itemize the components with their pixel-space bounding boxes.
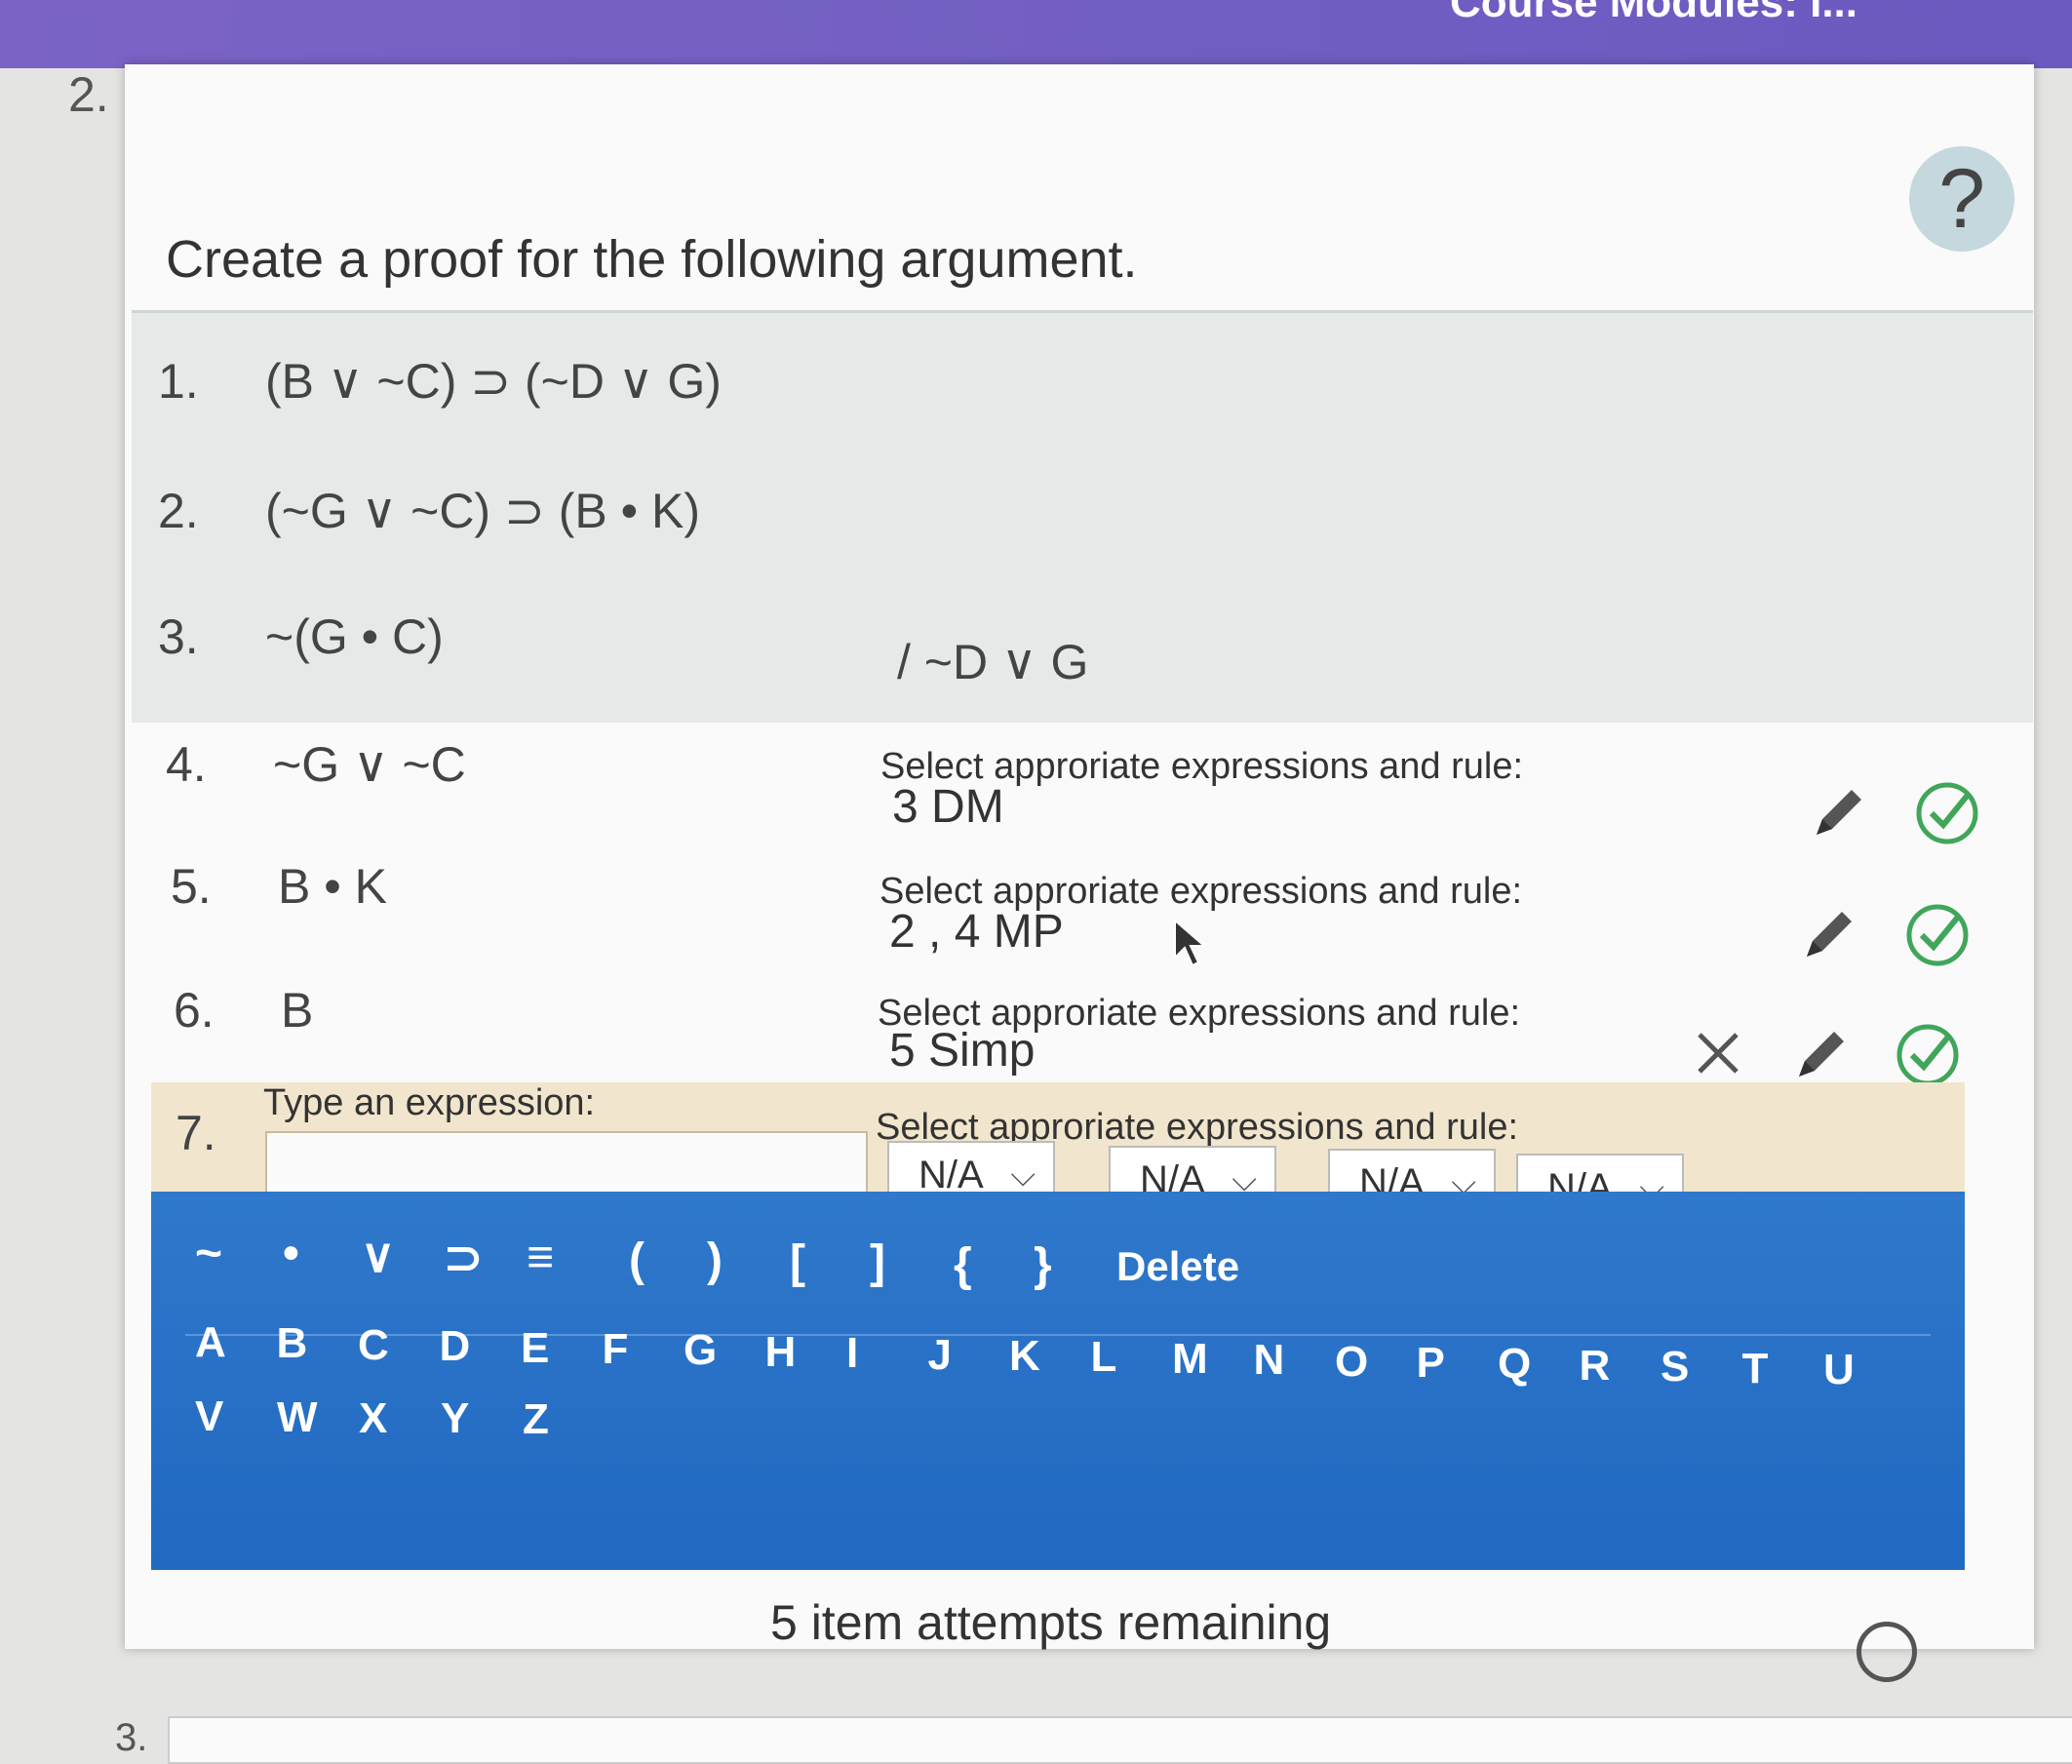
course-modules-link[interactable]: Course Modules: I... <box>1450 0 1857 27</box>
attempts-remaining: 5 item attempts remaining <box>770 1595 1332 1650</box>
key-letter-q[interactable]: Q <box>1498 1340 1531 1389</box>
line-number: 4. <box>166 737 207 792</box>
key-letter-x[interactable]: X <box>359 1394 387 1443</box>
line-expression: B • K <box>278 859 387 914</box>
key-letter-h[interactable]: H <box>765 1328 797 1377</box>
pencil-icon[interactable] <box>1809 780 1871 843</box>
key-letter-e[interactable]: E <box>521 1324 549 1373</box>
key-letter-r[interactable]: R <box>1580 1342 1611 1391</box>
justification-value: 5 Simp <box>889 1025 1036 1077</box>
line-expression: ~G ∨ ~C <box>273 737 466 792</box>
key-letter-f[interactable]: F <box>603 1325 629 1374</box>
delete-button[interactable]: Delete <box>1116 1243 1239 1290</box>
key-letter-i[interactable]: I <box>846 1329 858 1378</box>
key-open-bracket[interactable]: [ <box>790 1235 805 1289</box>
mouse-cursor-icon <box>1174 919 1207 967</box>
key-letter-y[interactable]: Y <box>441 1394 469 1443</box>
key-triple-bar[interactable]: ≡ <box>527 1231 554 1284</box>
key-close-brace[interactable]: } <box>1034 1238 1052 1292</box>
key-close-bracket[interactable]: ] <box>870 1235 885 1289</box>
premise-expression: (B ∨ ~C) ⊃ (~D ∨ G) <box>265 354 722 409</box>
key-letter-n[interactable]: N <box>1254 1336 1285 1385</box>
help-icon[interactable]: ? <box>1909 146 2014 252</box>
key-letter-v[interactable]: V <box>195 1392 223 1441</box>
key-letter-l[interactable]: L <box>1091 1333 1117 1382</box>
key-letter-k[interactable]: K <box>1009 1332 1040 1381</box>
key-open-paren[interactable]: ( <box>629 1234 645 1287</box>
line-number: 5. <box>171 859 212 914</box>
check-circle-icon <box>1916 782 1978 844</box>
proof-line-7-number: 7. <box>176 1106 216 1160</box>
key-letter-g[interactable]: G <box>684 1326 717 1375</box>
delete-x-icon[interactable] <box>1694 1029 1742 1078</box>
key-letter-a[interactable]: A <box>195 1318 226 1367</box>
conclusion: / ~D ∨ G <box>897 635 1089 689</box>
key-tilde[interactable]: ~ <box>195 1227 222 1280</box>
question-prompt: Create a proof for the following argumen… <box>166 230 1138 289</box>
premise-expression: (~G ∨ ~C) ⊃ (B • K) <box>265 484 701 538</box>
next-question-card <box>168 1716 2072 1764</box>
key-letter-d[interactable]: D <box>440 1322 471 1371</box>
key-or[interactable]: ∨ <box>361 1229 395 1283</box>
key-close-paren[interactable]: ) <box>707 1234 723 1287</box>
key-letter-m[interactable]: M <box>1172 1335 1208 1384</box>
justification-value: 2 , 4 MP <box>889 906 1064 958</box>
line-number: 2. <box>158 484 199 538</box>
symbol-keyboard <box>151 1192 1965 1570</box>
line-expression: B <box>281 983 314 1038</box>
key-letter-o[interactable]: O <box>1335 1338 1368 1387</box>
justification-value: 3 DM <box>892 781 1004 833</box>
next-question-number: 3. <box>115 1716 148 1759</box>
top-nav-bar: Course Modules: I... <box>0 0 2072 68</box>
premise-expression: ~(G • C) <box>265 609 444 664</box>
pencil-icon[interactable] <box>1791 1022 1854 1084</box>
key-letter-p[interactable]: P <box>1417 1339 1445 1388</box>
key-letter-b[interactable]: B <box>277 1319 308 1368</box>
check-circle-icon <box>1896 1024 1959 1086</box>
key-letter-u[interactable]: U <box>1823 1346 1855 1394</box>
key-letter-s[interactable]: S <box>1661 1343 1689 1392</box>
key-letter-j[interactable]: J <box>928 1331 952 1380</box>
question-number: 2. <box>68 67 109 122</box>
line-number: 3. <box>158 609 199 664</box>
key-letter-t[interactable]: T <box>1742 1345 1769 1393</box>
check-circle-icon <box>1906 904 1969 966</box>
select-value: N/A <box>919 1154 984 1196</box>
key-letter-z[interactable]: Z <box>523 1395 549 1444</box>
key-dot[interactable]: • <box>283 1227 299 1280</box>
key-letter-w[interactable]: W <box>277 1393 318 1442</box>
key-open-brace[interactable]: { <box>954 1238 972 1292</box>
circle-icon[interactable] <box>1857 1622 1917 1682</box>
pencil-icon[interactable] <box>1799 902 1861 964</box>
line-number: 6. <box>174 983 215 1038</box>
key-horseshoe[interactable]: ⊃ <box>444 1231 483 1285</box>
expression-input-label: Type an expression: <box>263 1082 596 1123</box>
line-number: 1. <box>158 354 199 409</box>
key-letter-c[interactable]: C <box>358 1321 389 1370</box>
